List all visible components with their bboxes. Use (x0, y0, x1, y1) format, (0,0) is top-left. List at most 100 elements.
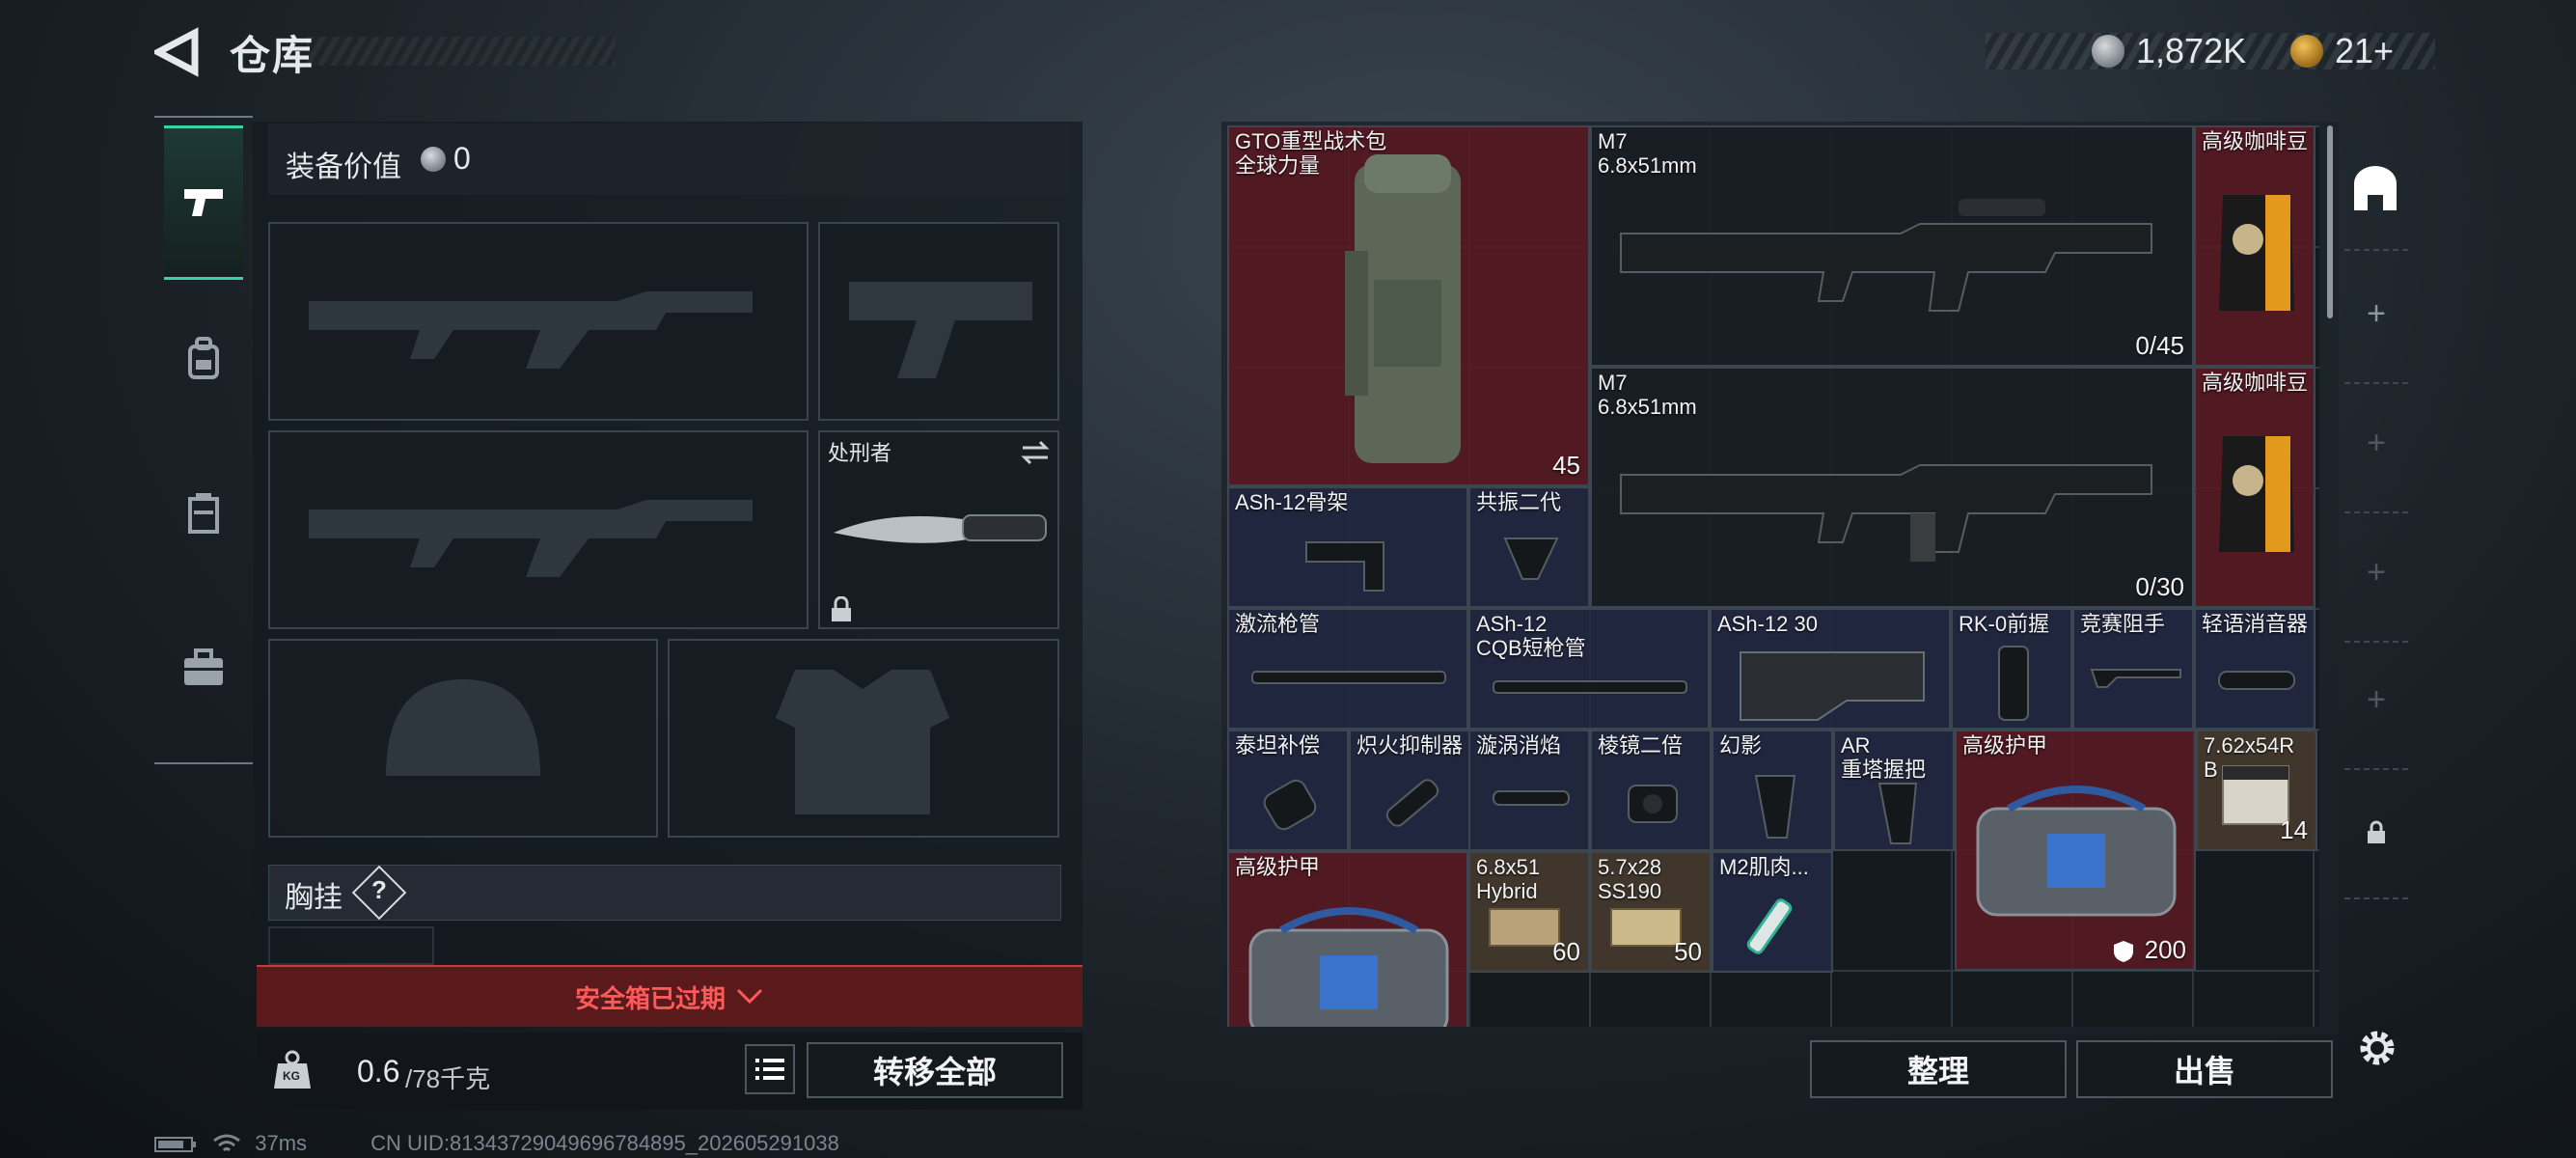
stash-item-762x54r[interactable]: 7.62x54R B 14 (2196, 730, 2317, 851)
stash-item-prism-2x[interactable]: 棱镜二倍 (1590, 730, 1712, 851)
chest-rig-header[interactable]: 胸挂 ? (268, 865, 1061, 921)
settings-button[interactable] (2354, 1025, 2400, 1076)
add-page-button[interactable]: + (2360, 681, 2393, 719)
item-label: 高级护甲 (1235, 855, 1321, 879)
stash-grid: GTO重型战术包 全球力量 45 M7 6.8x51mm 0/45 高级咖啡豆 … (1227, 125, 2319, 1027)
item-count: 50 (1674, 937, 1702, 966)
stash-item-backpack[interactable]: GTO重型战术包 全球力量 45 (1227, 125, 1590, 486)
stash-item-vortex-flash[interactable]: 漩涡消焰 (1468, 730, 1590, 851)
sort-button[interactable]: 整理 (1810, 1040, 2067, 1098)
item-count: 45 (1552, 451, 1580, 480)
armor-slot[interactable] (668, 639, 1059, 838)
ammo-box-icon (1489, 908, 1560, 947)
stash-item-ash12-cqb-barrel[interactable]: ASh-12 CQB短枪管 (1468, 608, 1710, 730)
coffee-bag-icon (2219, 436, 2294, 552)
stash-item-m7-1[interactable]: M7 6.8x51mm 0/45 (1590, 125, 2194, 367)
item-label: 激流枪管 (1235, 612, 1321, 636)
stash-page-main[interactable] (2350, 164, 2400, 214)
transfer-all-button[interactable]: 转移全部 (807, 1042, 1063, 1098)
suppressor-icon (2218, 671, 2295, 690)
stash-item-m2-muscle[interactable]: M2肌肉... (1712, 851, 1833, 973)
stash-item-advanced-armor-1[interactable]: 高级护甲 200 (1955, 730, 2196, 971)
sidebar-divider (2344, 249, 2408, 251)
injector-icon (1746, 898, 1793, 954)
locked-page[interactable] (2366, 820, 2387, 850)
tab-backpack[interactable] (164, 282, 243, 436)
back-button[interactable] (151, 27, 199, 77)
stash-item-titan-comp[interactable]: 泰坦补偿 (1227, 730, 1349, 851)
backpack-item-icon (1345, 154, 1461, 463)
add-page-button[interactable]: + (2360, 425, 2393, 462)
lock-icon (832, 596, 851, 621)
ping-text: 37ms (255, 1131, 308, 1155)
barrel-icon (1493, 680, 1687, 694)
melee-name: 处刑者 (828, 441, 892, 465)
weight-icon: KG (270, 1048, 315, 1092)
add-page-button[interactable]: + (2360, 554, 2393, 592)
ammo-box-icon (1610, 908, 1682, 947)
gold-coin-icon (2290, 35, 2323, 68)
stash-item-torrent-barrel[interactable]: 激流枪管 (1227, 608, 1468, 730)
tab-weapons[interactable] (164, 125, 243, 280)
stash-item-ar-grip[interactable]: AR 重塔握把 (1833, 730, 1955, 851)
muzzle-icon (1493, 790, 1570, 806)
item-label: 竞赛阻手 (2080, 612, 2166, 636)
stash-item-57x28-ss190[interactable]: 5.7x28 SS190 50 (1590, 851, 1712, 973)
armor-bag-icon (1248, 907, 1449, 1027)
item-label: RK-0前握 (1959, 612, 2050, 636)
item-label: M7 6.8x51mm (1598, 129, 1697, 178)
stash-item-m7-2[interactable]: M7 6.8x51mm 0/30 (1590, 367, 2194, 608)
stash-item-68x51-hybrid[interactable]: 6.8x51 Hybrid 60 (1468, 851, 1590, 973)
sidebar-divider (2344, 511, 2408, 513)
title-stripe (307, 37, 616, 66)
help-icon-label: ? (371, 875, 387, 904)
item-label: ASh-12 CQB短枪管 (1476, 612, 1586, 660)
stash-item-race-stop[interactable]: 竞赛阻手 (2072, 608, 2194, 730)
stash-scrollbar[interactable] (2327, 125, 2333, 318)
back-arrow-icon (151, 27, 199, 77)
swap-icon[interactable] (1019, 438, 1052, 467)
weight-max: /78千克 (405, 1064, 491, 1093)
secondary-weapon-slot[interactable] (268, 430, 808, 629)
melee-slot[interactable]: 处刑者 (818, 430, 1059, 629)
item-label: 泰坦补偿 (1235, 733, 1321, 758)
stash-item-rk0-grip[interactable]: RK-0前握 (1951, 608, 2072, 730)
barrel-icon (1251, 671, 1446, 684)
safe-box-expired-text: 安全箱已过期 (574, 983, 726, 1013)
grip-icon (1754, 775, 1796, 839)
stash-item-coffee-2[interactable]: 高级咖啡豆 (2194, 367, 2316, 608)
gold-currency[interactable]: 21+ (2335, 31, 2394, 71)
tab-vest[interactable] (164, 436, 243, 591)
sell-button[interactable]: 出售 (2076, 1040, 2333, 1098)
item-label: 棱镜二倍 (1598, 733, 1684, 758)
knife-icon (834, 514, 1047, 543)
add-page-button[interactable]: + (2360, 295, 2393, 333)
category-tabs (154, 116, 253, 764)
sidebar-divider (2344, 641, 2408, 643)
handstop-icon (2090, 669, 2181, 688)
status-bar: 37ms CN UID:81343729049696784895_2026052… (154, 1131, 839, 1156)
item-label: 幻影 (1719, 733, 1763, 758)
stash-item-ash12-stock[interactable]: ASh-12骨架 (1227, 486, 1468, 608)
stash-item-coffee-1[interactable]: 高级咖啡豆 (2194, 125, 2316, 367)
helmet-slot[interactable] (268, 639, 658, 838)
equipment-value-label: 装备价值 (286, 152, 401, 183)
safe-box-expired-banner[interactable]: 安全箱已过期 (257, 965, 1082, 1027)
primary-weapon-slot[interactable] (268, 222, 808, 421)
pistol-icon (184, 189, 223, 216)
stash-item-resonance-2[interactable]: 共振二代 (1468, 486, 1590, 608)
stash-item-whisper-suppressor[interactable]: 轻语消音器 (2194, 608, 2316, 730)
stash-item-advanced-armor-2[interactable]: 高级护甲 (1227, 851, 1468, 1027)
chest-rig-slot[interactable] (268, 926, 434, 965)
list-view-button[interactable] (745, 1044, 795, 1094)
grip-icon (1998, 646, 2029, 721)
stash-item-ash12-mag[interactable]: ASh-12 30 (1710, 608, 1951, 730)
tab-toolbox[interactable] (164, 591, 243, 745)
stash-item-blaze-suppressor[interactable]: 炽火抑制器 (1349, 730, 1470, 851)
stash-item-phantom[interactable]: 幻影 (1712, 730, 1833, 851)
battery-icon (154, 1137, 196, 1153)
pistol-slot[interactable] (818, 222, 1059, 421)
rifle-item-icon (1620, 464, 2152, 562)
uid-text: CN UID:81343729049696784895_202605291038 (370, 1131, 839, 1155)
toolbox-icon (184, 648, 223, 685)
